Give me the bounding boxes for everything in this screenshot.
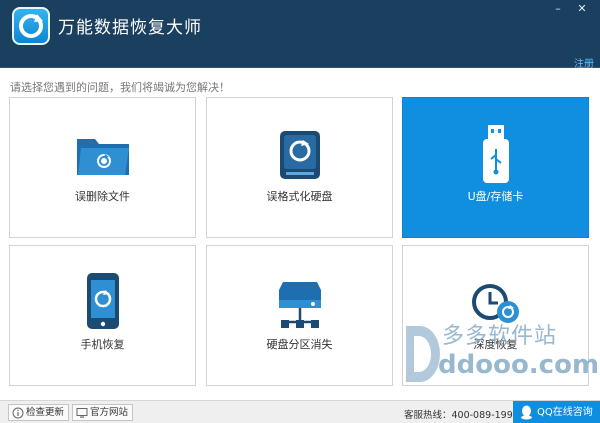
official-site-button[interactable]: 官方网站 bbox=[72, 404, 134, 421]
watermark: 多多软件站 ddooo.com bbox=[400, 318, 599, 390]
app-logo-icon bbox=[12, 7, 50, 45]
partition-disk-icon bbox=[278, 282, 321, 328]
watermark-logo-icon bbox=[406, 326, 440, 382]
card-label: 硬盘分区消失 bbox=[266, 338, 333, 351]
phone-refresh-icon bbox=[86, 273, 119, 329]
prompt-text: 请选择您遇到的问题，我们将竭诚为您解决！ bbox=[10, 81, 230, 94]
card-deleted-files[interactable]: 误删除文件 bbox=[9, 97, 196, 238]
card-label: 手机恢复 bbox=[80, 338, 125, 351]
card-label: 误格式化硬盘 bbox=[266, 190, 333, 203]
card-formatted-disk[interactable]: 误格式化硬盘 bbox=[206, 97, 393, 238]
card-lost-partition[interactable]: 硬盘分区消失 bbox=[206, 245, 393, 386]
minimize-button[interactable]: – bbox=[548, 2, 568, 16]
qq-consult-button[interactable]: QQ在线咨询 bbox=[513, 401, 600, 423]
register-link[interactable]: 注册 bbox=[574, 55, 594, 70]
footer-bar: 检查更新 官方网站 客服热线：400-089-1998 QQ在线咨询 bbox=[0, 400, 600, 423]
card-usb-storage[interactable]: U盘/存储卡 bbox=[402, 97, 589, 238]
monitor-icon bbox=[76, 408, 88, 418]
hotline-text: 客服热线：400-089-1998 bbox=[404, 410, 519, 421]
check-update-label: 检查更新 bbox=[26, 407, 65, 418]
qq-penguin-icon bbox=[521, 405, 532, 420]
check-update-button[interactable]: 检查更新 bbox=[8, 404, 70, 421]
hard-disk-icon bbox=[279, 131, 320, 179]
qq-consult-label: QQ在线咨询 bbox=[537, 407, 593, 418]
app-title: 万能数据恢复大师 bbox=[58, 18, 202, 38]
info-icon bbox=[12, 407, 24, 419]
watermark-cn-text: 多多软件站 bbox=[442, 324, 558, 349]
card-label: U盘/存储卡 bbox=[467, 190, 524, 203]
card-phone-recovery[interactable]: 手机恢复 bbox=[9, 245, 196, 386]
card-label: 误删除文件 bbox=[75, 190, 130, 203]
watermark-en-text: ddooo.com bbox=[438, 350, 600, 380]
folder-refresh-icon bbox=[76, 139, 129, 175]
close-button[interactable]: ✕ bbox=[572, 2, 592, 16]
usb-drive-icon bbox=[482, 125, 509, 183]
official-site-label: 官方网站 bbox=[90, 407, 129, 418]
title-sub-bar bbox=[0, 52, 600, 68]
